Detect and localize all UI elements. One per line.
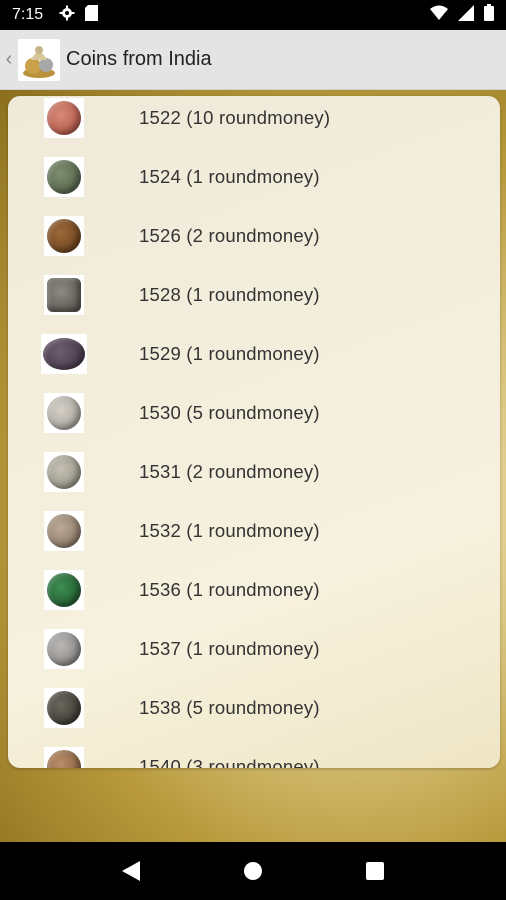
list-item-label: 1538 (5 roundmoney) <box>139 696 320 718</box>
list-item-label: 1537 (1 roundmoney) <box>139 637 320 659</box>
coin-thumbnail <box>44 156 84 197</box>
coin-thumbnail <box>44 746 84 768</box>
list-item-label: 1536 (1 roundmoney) <box>139 578 320 600</box>
coin-image <box>47 277 81 312</box>
coin-thumbnail <box>44 510 84 551</box>
list-item-label: 1532 (1 roundmoney) <box>139 519 320 541</box>
list-item-label: 1526 (2 roundmoney) <box>139 224 320 246</box>
list-item[interactable]: 1524 (1 roundmoney) <box>8 147 500 206</box>
home-circle-icon[interactable] <box>233 851 273 891</box>
coin-image <box>47 454 81 489</box>
list-item[interactable]: 1540 (3 roundmoney) <box>8 737 500 768</box>
coin-thumbnail <box>44 628 84 669</box>
list-item[interactable]: 1528 (1 roundmoney) <box>8 265 500 324</box>
list-item-label: 1524 (1 roundmoney) <box>139 165 320 187</box>
list-item-label: 1530 (5 roundmoney) <box>139 401 320 423</box>
coin-thumbnail <box>41 333 87 374</box>
coin-image <box>47 631 81 666</box>
navigation-bar <box>0 842 506 900</box>
sd-card-icon <box>85 4 99 26</box>
list-item[interactable]: 1530 (5 roundmoney) <box>8 383 500 442</box>
list-item-label: 1522 (10 roundmoney) <box>139 106 331 128</box>
list-item[interactable]: 1526 (2 roundmoney) <box>8 206 500 265</box>
app-bar: ‹ Coins from India <box>0 30 506 90</box>
list-item-label: 1529 (1 roundmoney) <box>139 342 320 364</box>
wifi-icon <box>430 5 448 26</box>
list-item[interactable]: 1538 (5 roundmoney) <box>8 678 500 737</box>
list-item[interactable]: 1536 (1 roundmoney) <box>8 560 500 619</box>
recents-square-icon[interactable] <box>355 851 395 891</box>
chevron-left-icon[interactable]: ‹ <box>2 48 16 71</box>
list-item-label: 1531 (2 roundmoney) <box>139 460 320 482</box>
coin-thumbnail <box>44 687 84 728</box>
list-item[interactable]: 1531 (2 roundmoney) <box>8 442 500 501</box>
coin-image <box>47 513 81 548</box>
battery-icon <box>484 4 494 26</box>
coin-thumbnail <box>44 215 84 256</box>
coin-thumbnail <box>44 274 84 315</box>
coin-thumbnail <box>44 451 84 492</box>
coin-image <box>43 337 85 370</box>
coin-image <box>47 395 81 430</box>
coin-image <box>47 690 81 725</box>
coin-image <box>47 218 81 253</box>
list-item[interactable]: 1529 (1 roundmoney) <box>8 324 500 383</box>
coin-thumbnail <box>44 392 84 433</box>
status-bar: 7:15 <box>0 0 506 30</box>
coin-image <box>47 572 81 607</box>
list-item-label: 1540 (3 roundmoney) <box>139 755 320 769</box>
coin-image <box>47 749 81 768</box>
status-time: 7:15 <box>12 6 44 23</box>
back-triangle-icon[interactable] <box>111 851 151 891</box>
gear-icon <box>59 5 75 26</box>
list-item[interactable]: 1532 (1 roundmoney) <box>8 501 500 560</box>
list-item[interactable]: 1522 (10 roundmoney) <box>8 96 500 147</box>
coin-list[interactable]: 1522 (10 roundmoney) 1524 (1 roundmoney)… <box>8 96 500 768</box>
list-item-label: 1528 (1 roundmoney) <box>139 283 320 305</box>
list-item[interactable]: 1537 (1 roundmoney) <box>8 619 500 678</box>
coin-image <box>47 159 81 194</box>
coin-image <box>47 100 81 135</box>
signal-icon <box>458 4 474 26</box>
page-title: Coins from India <box>66 48 212 70</box>
coin-thumbnail <box>44 97 84 138</box>
coin-thumbnail <box>44 569 84 610</box>
coins-logo-icon[interactable] <box>18 38 60 81</box>
